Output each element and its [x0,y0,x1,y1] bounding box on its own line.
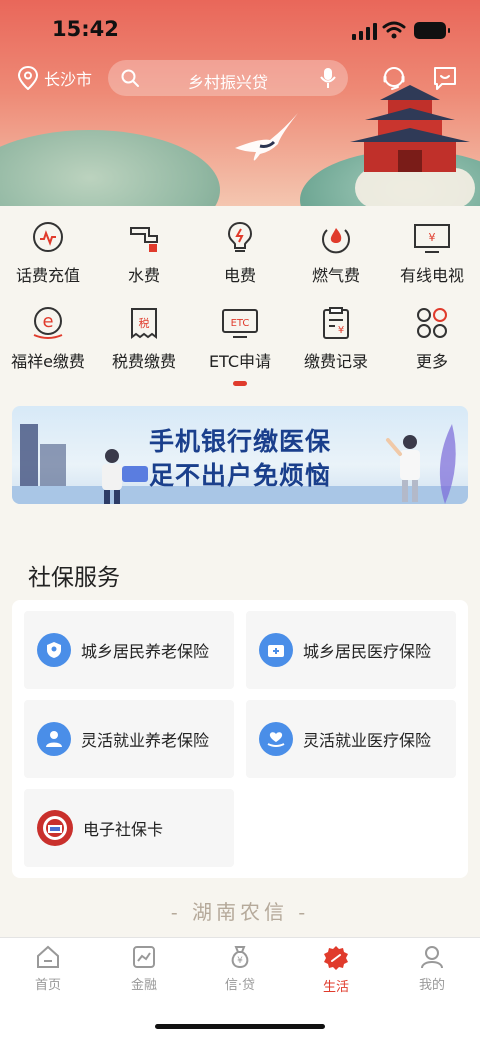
social-item-rural-medical[interactable]: 城乡居民医疗保险 [246,611,456,689]
tab-label: 金融 [130,978,157,993]
social-item-label: 灵活就业医疗保险 [303,731,432,750]
social-item-flexible-medical[interactable]: 灵活就业医疗保险 [246,700,456,778]
location-pin-icon [18,66,38,90]
signal-icon [352,22,377,40]
status-bar: 15:42 [0,0,480,62]
social-item-label: 城乡居民养老保险 [81,642,210,661]
service-item-payment-record[interactable]: ¥ 缴费记录 [288,296,384,382]
section-title: 社保服务 [28,565,120,591]
lightbulb-icon [227,221,253,252]
finance-chart-icon [133,946,155,968]
page-indicator [233,381,247,386]
svg-text:ETC: ETC [231,318,250,329]
brand-footer: - 湖南农信 - [170,900,310,924]
service-label: 有线电视 [399,266,464,285]
tab-life[interactable]: 生活 [288,944,384,995]
medical-kit-icon [259,633,293,667]
location-selector[interactable]: 长沙市 [18,66,92,90]
top-bar: 长沙市 乡村振兴贷 [0,58,480,98]
service-label: 缴费记录 [303,352,368,371]
tab-finance[interactable]: 金融 [96,944,192,993]
svg-text:e: e [42,311,53,332]
landscape-hill-left [0,130,220,206]
phone-bill-icon [33,222,63,252]
location-label: 长沙市 [44,70,93,89]
banner-subline: 足不出户免烦恼 [148,461,331,490]
hero-banner: 15:42 长沙市 乡村振兴贷 [0,0,480,206]
home-indicator[interactable] [155,1024,325,1029]
social-security-card-icon [37,810,73,846]
social-item-label: 电子社保卡 [83,820,164,839]
promo-banner[interactable]: 手机银行缴医保 足不出户免烦恼 [12,406,468,504]
tax-receipt-icon: 税 [131,308,157,339]
service-label: 电费 [223,266,256,285]
e-pay-icon: e [33,307,63,339]
flame-icon [322,228,350,254]
message-icon[interactable] [432,65,458,91]
banner-headline: 手机银行缴医保 [148,427,331,456]
service-item-tax[interactable]: 税 税费缴费 [96,296,192,382]
battery-icon [414,22,450,39]
swallow-illustration-icon [235,113,298,161]
profile-icon [421,946,443,969]
shield-person-icon [37,633,71,667]
social-item-label: 灵活就业养老保险 [81,731,210,750]
search-input[interactable]: 乡村振兴贷 [108,60,348,96]
service-item-more[interactable]: 更多 [384,296,480,382]
service-item-etc[interactable]: ETC ETC申请 [192,296,288,382]
wifi-icon [382,21,406,39]
home-icon [37,945,59,968]
search-placeholder: 乡村振兴贷 [187,73,268,92]
tab-label: 生活 [322,980,349,995]
service-label: 更多 [415,352,448,371]
service-item-e-pay[interactable]: e 福祥e缴费 [0,296,96,382]
social-services-panel: 城乡居民养老保险 城乡居民医疗保险 灵活就业养老保险 灵活就业医疗保险 电子社保… [12,600,468,878]
social-item-flexible-pension[interactable]: 灵活就业养老保险 [24,700,234,778]
money-bag-icon: ¥ [231,946,249,969]
etc-card-icon: ETC [222,309,258,338]
service-label: 税费缴费 [111,352,176,371]
microphone-icon[interactable] [320,67,336,89]
tv-icon: ¥ [414,224,450,253]
service-item-cable-tv[interactable]: ¥ 有线电视 [384,210,480,296]
service-item-phone-bill[interactable]: 话费充值 [0,210,96,296]
service-row: 话费充值 水费 电费 燃气费 ¥ 有线电视 [0,210,480,296]
service-row: e 福祥e缴费 税 税费缴费 ETC ETC申请 ¥ 缴费记录 更多 [0,296,480,382]
tab-profile[interactable]: 我的 [384,944,480,993]
life-icon [324,946,348,970]
person-icon [37,722,71,756]
more-grid-icon [417,308,447,338]
tab-home[interactable]: 首页 [0,944,96,993]
tab-label: 信·贷 [224,978,256,993]
payment-record-icon: ¥ [323,307,349,339]
service-grid: 话费充值 水费 电费 燃气费 ¥ 有线电视 e 福祥e缴费 税 税费缴费 ETC [0,210,480,382]
service-label: 福祥e缴费 [11,352,85,371]
social-item-label: 城乡居民医疗保险 [303,642,432,661]
service-label: 话费充值 [15,266,80,285]
hand-heart-icon [259,722,293,756]
service-label: 燃气费 [311,266,360,285]
service-item-water[interactable]: 水费 [96,210,192,296]
social-item-rural-pension[interactable]: 城乡居民养老保险 [24,611,234,689]
service-label: ETC申请 [208,352,272,371]
svg-text:¥: ¥ [237,956,243,966]
svg-text:税: 税 [139,316,150,330]
social-item-e-card[interactable]: 电子社保卡 [24,789,234,867]
service-item-electricity[interactable]: 电费 [192,210,288,296]
tab-label: 我的 [418,978,445,993]
status-time: 15:42 [52,17,119,41]
tab-loan[interactable]: ¥ 信·贷 [192,944,288,993]
customer-service-icon[interactable] [380,64,408,92]
service-label: 水费 [127,266,160,285]
svg-text:¥: ¥ [429,231,436,244]
water-tap-icon [130,227,158,252]
svg-text:¥: ¥ [338,325,344,336]
service-item-gas[interactable]: 燃气费 [288,210,384,296]
tab-label: 首页 [34,978,61,993]
